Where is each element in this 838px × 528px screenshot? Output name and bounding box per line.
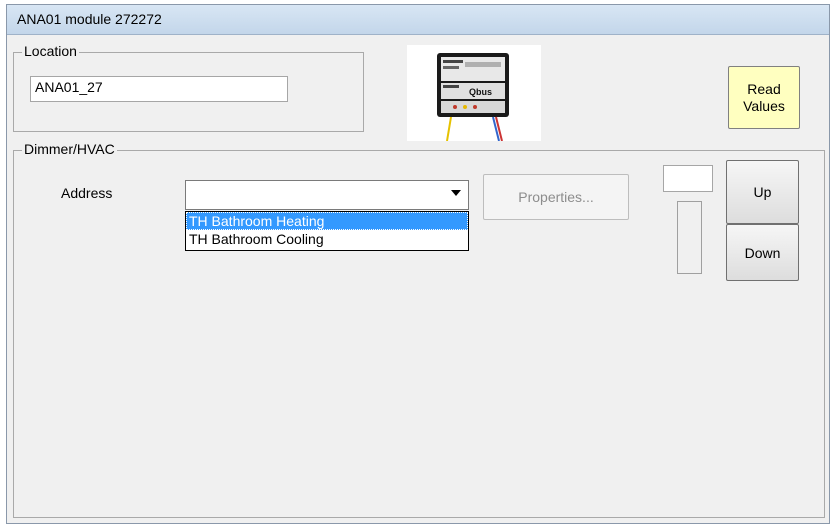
device-image: Qbus: [407, 45, 541, 142]
down-button[interactable]: Down: [726, 224, 799, 281]
properties-button[interactable]: Properties...: [483, 174, 629, 220]
address-combobox[interactable]: [185, 180, 469, 210]
level-value-field[interactable]: [663, 165, 713, 192]
read-values-line2: Values: [743, 97, 785, 114]
read-values-button[interactable]: Read Values: [728, 66, 800, 129]
title-bar[interactable]: ANA01 module 272272: [7, 5, 829, 35]
read-values-line1: Read: [747, 80, 781, 97]
module-window: ANA01 module 272272 Location ANA01_27 Qb…: [6, 4, 830, 524]
location-input[interactable]: ANA01_27: [30, 76, 288, 102]
location-group: Location ANA01_27: [13, 43, 364, 132]
svg-text:Qbus: Qbus: [469, 87, 492, 97]
address-label: Address: [61, 185, 113, 201]
address-dropdown-list: TH Bathroom Heating TH Bathroom Cooling: [185, 211, 469, 251]
location-group-label: Location: [22, 43, 79, 59]
window-title: ANA01 module 272272: [17, 11, 162, 27]
dimmer-hvac-group-label: Dimmer/HVAC: [22, 141, 117, 157]
level-slider[interactable]: [677, 201, 702, 274]
dropdown-option-cooling[interactable]: TH Bathroom Cooling: [186, 230, 468, 248]
dropdown-option-heating[interactable]: TH Bathroom Heating: [186, 212, 468, 230]
chevron-down-icon[interactable]: [446, 183, 466, 203]
up-button[interactable]: Up: [726, 160, 799, 224]
device-module-icon: Qbus: [407, 45, 541, 142]
